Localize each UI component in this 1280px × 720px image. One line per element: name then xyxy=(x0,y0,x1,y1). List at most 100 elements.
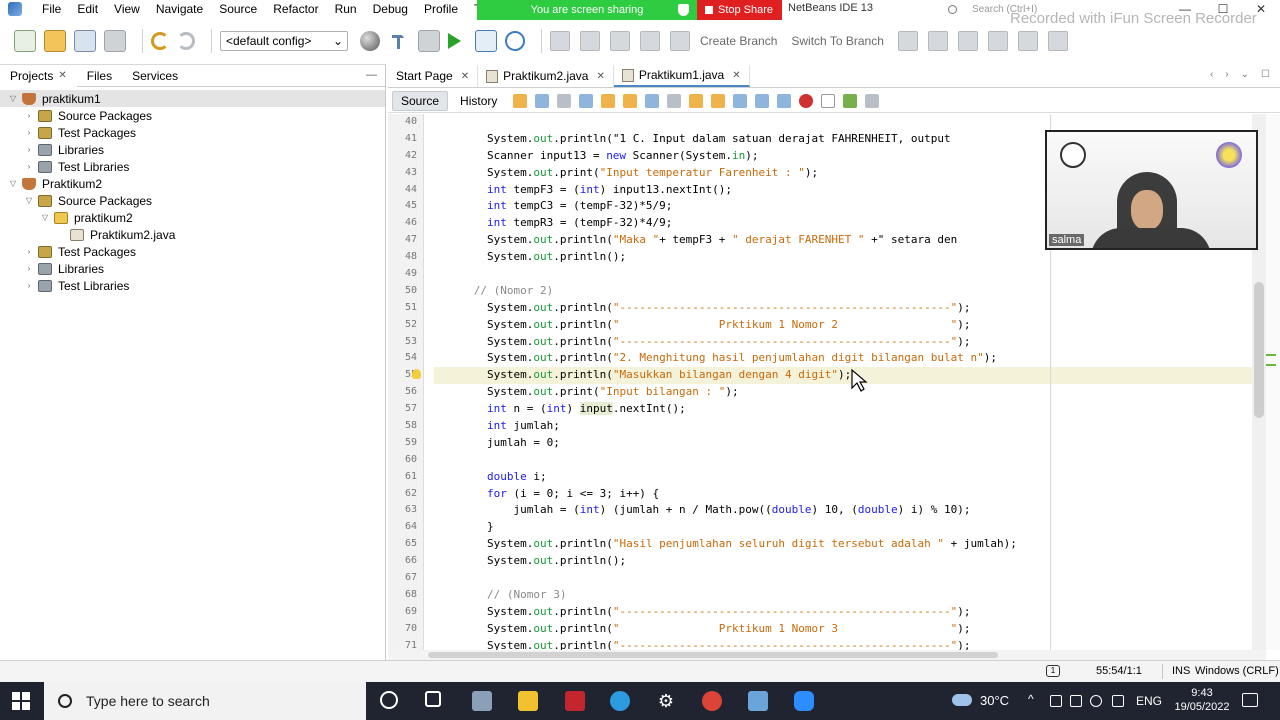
line-number[interactable]: 67 xyxy=(388,570,423,587)
tray-app-icon[interactable] xyxy=(1050,695,1062,707)
menu-edit[interactable]: Edit xyxy=(69,0,106,18)
find-previous-icon[interactable] xyxy=(601,93,616,108)
line-number[interactable]: 42 xyxy=(388,148,423,165)
change-marker[interactable] xyxy=(1266,354,1276,356)
run-icon[interactable] xyxy=(448,33,461,49)
collapse-arrow-icon[interactable]: › xyxy=(24,247,34,256)
code-line[interactable]: // (Nomor 2) xyxy=(434,283,1252,300)
task-view-icon[interactable] xyxy=(425,691,441,707)
close-button[interactable]: ✕ xyxy=(1242,0,1280,18)
git-fetch-icon[interactable] xyxy=(897,31,918,51)
switch-branch-button[interactable]: Switch To Branch xyxy=(791,34,884,48)
previous-bookmark-icon[interactable] xyxy=(689,93,704,108)
tree-item[interactable]: › Source Packages xyxy=(0,107,385,124)
find-icon[interactable] xyxy=(579,93,594,108)
menu-debug[interactable]: Debug xyxy=(365,0,416,18)
uncomment-icon[interactable] xyxy=(865,93,880,108)
collapse-arrow-icon[interactable]: › xyxy=(24,264,34,273)
expand-arrow-icon[interactable]: ▽ xyxy=(40,213,50,222)
code-line[interactable]: int jumlah; xyxy=(434,418,1252,435)
line-number[interactable]: 70 xyxy=(388,621,423,638)
line-number[interactable]: 62 xyxy=(388,486,423,503)
menu-view[interactable]: View xyxy=(106,0,148,18)
line-number[interactable]: 40 xyxy=(388,114,423,131)
tree-item[interactable]: › Test Libraries xyxy=(0,158,385,175)
git-diff-icon[interactable] xyxy=(580,31,600,51)
code-line[interactable]: System.out.print("Input bilangan : "); xyxy=(434,384,1252,401)
file-explorer-icon[interactable] xyxy=(518,691,538,711)
git-pull-icon[interactable] xyxy=(610,31,630,51)
code-line[interactable]: for (i = 0; i <= 3; i++) { xyxy=(434,486,1252,503)
volume-icon[interactable] xyxy=(1090,695,1102,707)
line-number[interactable]: 64 xyxy=(388,519,423,536)
start-macro-icon[interactable] xyxy=(799,93,814,108)
netbeans-taskbar-icon[interactable] xyxy=(748,691,768,711)
collapse-arrow-icon[interactable]: › xyxy=(24,162,34,171)
scroll-left-icon[interactable]: ‹ xyxy=(1210,69,1213,80)
close-icon[interactable]: ✕ xyxy=(732,70,740,81)
collapse-arrow-icon[interactable]: › xyxy=(24,128,34,137)
line-number[interactable]: 57 xyxy=(388,401,423,418)
line-number[interactable]: 65 xyxy=(388,536,423,553)
line-number[interactable]: 66 xyxy=(388,553,423,570)
action-center-icon[interactable] xyxy=(1242,693,1258,707)
line-number[interactable]: 43 xyxy=(388,165,423,182)
tab-praktikum1-java[interactable]: Praktikum1.java ✕ xyxy=(613,65,750,87)
git-commit-icon[interactable] xyxy=(550,31,570,51)
tree-item[interactable]: › Test Libraries xyxy=(0,277,385,294)
tree-item[interactable]: ▽ Source Packages xyxy=(0,192,385,209)
code-line[interactable]: } xyxy=(434,519,1252,536)
expand-arrow-icon[interactable]: ▽ xyxy=(8,179,18,188)
line-ending[interactable]: Windows (CRLF) xyxy=(1195,665,1279,677)
menu-run[interactable]: Run xyxy=(327,0,365,18)
windows-start-icon[interactable] xyxy=(12,692,30,710)
build-hammer-icon[interactable] xyxy=(388,30,410,52)
source-mode-button[interactable]: Source xyxy=(392,90,449,111)
scrollbar-thumb[interactable] xyxy=(428,652,998,658)
line-number[interactable]: 48 xyxy=(388,249,423,266)
shift-left-icon[interactable] xyxy=(755,93,770,108)
collapse-arrow-icon[interactable]: › xyxy=(24,111,34,120)
code-line[interactable]: System.out.println(); xyxy=(434,249,1252,266)
line-number[interactable]: 63 xyxy=(388,502,423,519)
line-number[interactable]: 52 xyxy=(388,317,423,334)
close-icon[interactable]: ✕ xyxy=(58,70,66,81)
tree-item-project[interactable]: ▽ Praktikum2 xyxy=(0,175,385,192)
code-line[interactable]: System.out.println("Masukkan bilangan de… xyxy=(434,367,1252,385)
weather-temperature[interactable]: 30°C xyxy=(980,693,1009,708)
line-number[interactable]: 49 xyxy=(388,266,423,283)
tree-item[interactable]: ▽ praktikum2 xyxy=(0,209,385,226)
zoom-app-icon[interactable] xyxy=(794,691,814,711)
line-number[interactable]: 71 xyxy=(388,638,423,650)
maximize-button[interactable]: ☐ xyxy=(1204,0,1242,18)
screen-recorder-icon[interactable] xyxy=(565,691,585,711)
last-edit-icon[interactable] xyxy=(513,93,528,108)
tab-list-icon[interactable]: ⌄ xyxy=(1241,69,1249,80)
redo-icon[interactable] xyxy=(177,32,195,50)
line-number[interactable]: 44 xyxy=(388,182,423,199)
line-number[interactable]: 69 xyxy=(388,604,423,621)
code-line[interactable]: // (Nomor 3) xyxy=(434,587,1252,604)
menu-source[interactable]: Source xyxy=(211,0,265,18)
tree-item[interactable]: › Test Packages xyxy=(0,243,385,260)
network-icon[interactable] xyxy=(1070,695,1082,707)
insert-mode[interactable]: INS xyxy=(1172,665,1190,677)
new-file-icon[interactable] xyxy=(14,30,36,52)
taskbar-search[interactable]: Type here to search xyxy=(44,682,366,720)
code-line[interactable]: double i; xyxy=(434,469,1252,486)
line-number[interactable]: 58 xyxy=(388,418,423,435)
tree-item[interactable]: › Test Packages xyxy=(0,124,385,141)
minimize-button[interactable]: — xyxy=(1166,0,1204,18)
tab-services[interactable]: Services xyxy=(122,65,188,87)
line-number[interactable]: 45 xyxy=(388,198,423,215)
line-number[interactable]: 61 xyxy=(388,469,423,486)
clean-build-icon[interactable] xyxy=(418,30,440,52)
settings-gear-icon[interactable]: ⚙ xyxy=(656,691,676,711)
chrome-browser-icon[interactable] xyxy=(702,691,722,711)
expand-arrow-icon[interactable]: ▽ xyxy=(24,196,34,205)
line-number[interactable]: 47 xyxy=(388,232,423,249)
git-stash-icon[interactable] xyxy=(957,31,978,51)
close-icon[interactable]: ✕ xyxy=(596,71,604,82)
battery-icon[interactable] xyxy=(1112,695,1124,707)
tab-projects[interactable]: Projects ✕ xyxy=(0,64,77,87)
